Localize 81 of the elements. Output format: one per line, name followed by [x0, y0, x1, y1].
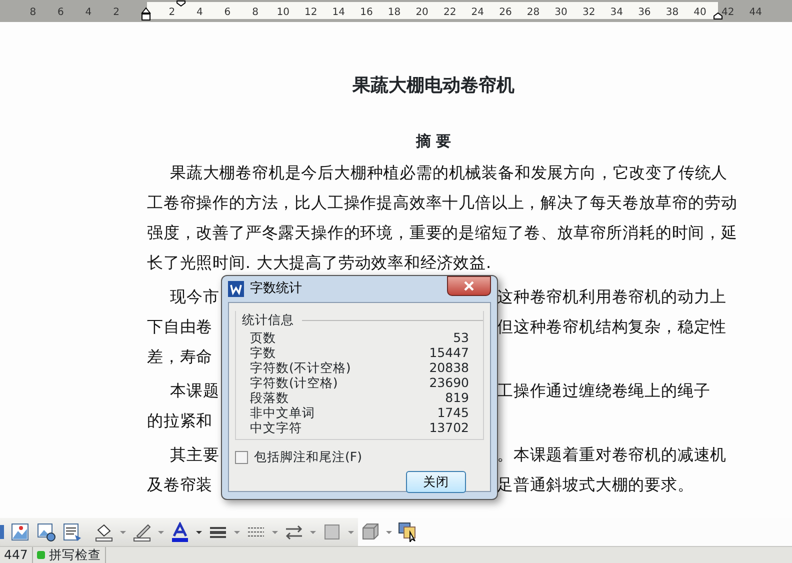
ruler-number: 12: [304, 7, 318, 18]
paragraph-line: 工卷帘操作的方法，比人工操作提高效率十几倍以上，解决了每天卷放草帘的劳动: [147, 194, 738, 212]
stat-value: 53: [453, 330, 469, 345]
picture-gear-icon[interactable]: [36, 522, 56, 542]
stat-label: 字数: [250, 344, 276, 360]
ruler-number: 34: [610, 7, 623, 18]
ruler-number: 22: [443, 7, 456, 18]
right-indent-icon[interactable]: [713, 12, 723, 20]
paint-bucket-icon[interactable]: [94, 522, 114, 542]
ruler-number: 24: [471, 7, 484, 18]
ruler-number: 30: [554, 7, 568, 18]
stat-label: 页数: [250, 330, 276, 345]
stat-label: 中文字符: [250, 420, 302, 435]
ruler-number: 4: [85, 7, 92, 18]
spell-check-label[interactable]: 拼写检查: [48, 546, 101, 563]
ruler-number: 2: [168, 7, 176, 18]
ruler-number: 36: [638, 7, 651, 18]
ruler-number: 16: [360, 7, 373, 18]
indent-marker-icon[interactable]: [141, 7, 151, 21]
paragraph-line: 其主要: [170, 446, 220, 464]
stat-label: 非中文单词: [250, 404, 315, 420]
stat-value: 13702: [429, 420, 469, 435]
ruler-number: 20: [416, 7, 428, 18]
picture-icon[interactable]: [10, 522, 30, 542]
ruler-number: 2: [113, 7, 120, 18]
paragraph-line: 差，寿命: [147, 348, 213, 366]
select-objects-icon[interactable]: [398, 522, 418, 542]
shadow-icon[interactable]: [322, 522, 342, 542]
app-logo-icon: [228, 281, 244, 297]
stat-value: 819: [445, 390, 469, 405]
picture-icon[interactable]: [0, 522, 4, 542]
paragraph-line: 下自由卷: [147, 318, 213, 336]
paragraph-line: 强度，改善了严冬露天操作的环境，重要的是缩短了卷、放草帘所消耗的时间，延: [147, 224, 738, 242]
paragraph-line: 本课题: [170, 382, 220, 400]
stat-value: 15447: [429, 344, 469, 360]
first-line-indent-icon[interactable]: [176, 0, 186, 7]
paragraph-line: 。本课题着重对卷帘机的减速机: [497, 446, 727, 464]
section-heading: 摘 要: [414, 131, 452, 152]
paragraph-line: 足普通斜坡式大棚的要求。: [497, 476, 694, 494]
paragraph-line: 工操作通过缠绕卷绳上的绳子: [497, 382, 710, 400]
ruler-number: 28: [526, 7, 540, 18]
stat-value: 1745: [437, 404, 469, 420]
ruler-number: 26: [499, 7, 512, 18]
ruler-number: 32: [582, 7, 596, 18]
pen-icon[interactable]: [132, 522, 152, 542]
paragraph-line: 长了光照时间. 大大提高了劳动效率和经济效益.: [147, 254, 492, 272]
ruler-number: 18: [388, 7, 401, 18]
paragraph-line: 但这种卷帘机结构复杂，稳定性: [497, 318, 727, 336]
paragraph-line: 这种卷帘机利用卷帘机的动力上: [497, 288, 727, 306]
close-dialog-button[interactable]: 关闭: [406, 471, 466, 493]
ruler-number: 6: [58, 7, 64, 18]
ruler-number: 6: [224, 7, 231, 18]
close-icon: [464, 281, 474, 291]
ruler-number: 8: [252, 7, 258, 18]
ruler-number: 4: [196, 7, 203, 18]
ruler-number: 14: [332, 7, 346, 18]
dialog-title: 字数统计: [250, 280, 302, 298]
caret-icon[interactable]: [196, 530, 202, 534]
text-box-icon[interactable]: [62, 522, 82, 542]
stat-label: 字符数(计空格): [250, 374, 338, 390]
ruler-number: 38: [666, 7, 679, 18]
stat-label: 段落数: [250, 390, 289, 405]
paragraph-line: 及卷帘装: [147, 476, 213, 494]
paragraph-line: 现今市: [170, 288, 220, 306]
ruler-number: 42: [721, 7, 734, 18]
font-color-icon[interactable]: [170, 522, 190, 542]
checkbox-label: 包括脚注和尾注(F): [254, 448, 362, 466]
paragraph-line: 果蔬大棚卷帘机是今后大棚种植必需的机械装备和发展方向，它改变了传统人: [170, 164, 728, 182]
ruler-number: 8: [30, 7, 36, 18]
paragraph-line: 的拉紧和: [147, 412, 213, 430]
ruler-number: 10: [276, 7, 290, 18]
stat-value: 23690: [429, 374, 469, 390]
cube-icon[interactable]: [360, 522, 380, 542]
stat-value: 20838: [429, 360, 469, 375]
checkbox[interactable]: [235, 450, 248, 464]
stat-label: 字符数(不计空格): [250, 360, 351, 375]
word-count: 447: [4, 546, 28, 563]
ruler-number: 40: [694, 7, 706, 18]
document-title: 果蔬大棚电动卷帘机: [351, 74, 516, 98]
ruler-number: 44: [749, 7, 762, 18]
close-button[interactable]: [447, 276, 491, 296]
